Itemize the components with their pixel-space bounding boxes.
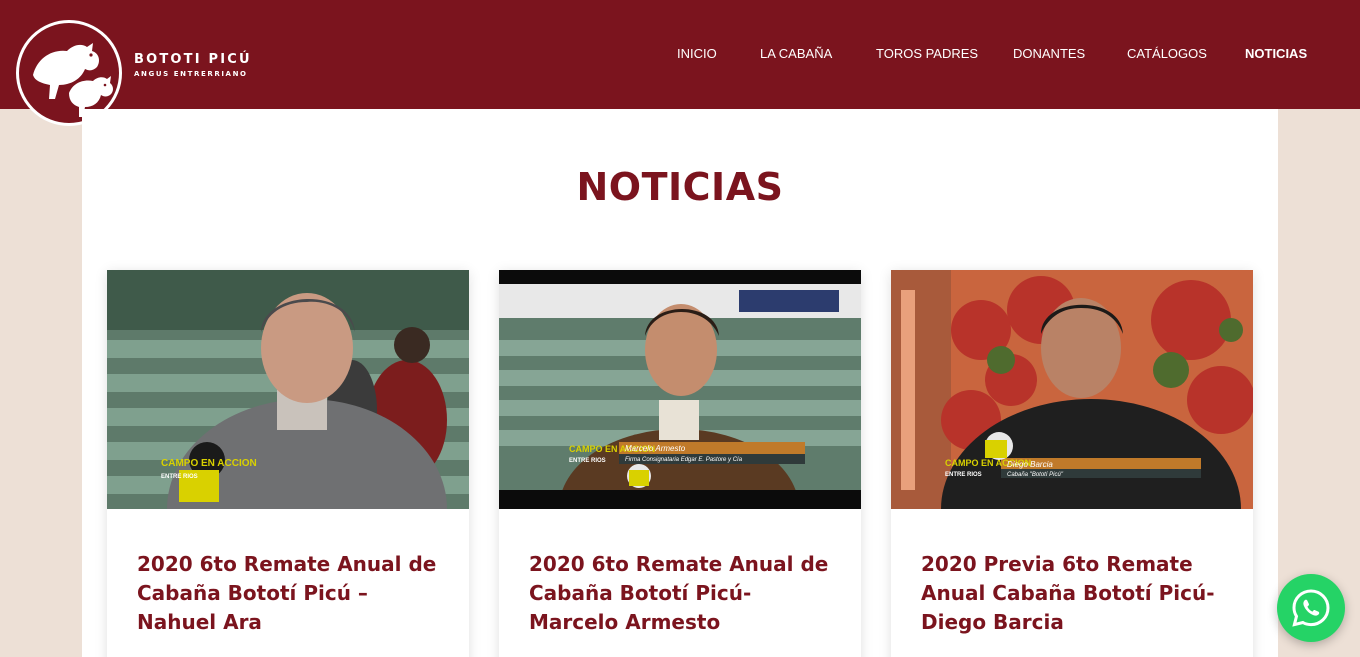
- whatsapp-button[interactable]: [1277, 574, 1345, 642]
- lower-third-logo: CAMPO EN ACCION: [161, 458, 257, 469]
- news-card-title[interactable]: 2020 Previa 6to Remate Anual Cabaña Boto…: [921, 550, 1231, 637]
- lower-third-name: Diego Barcia: [1007, 460, 1053, 469]
- video-thumbnail[interactable]: CAMPO EN ACCION ENTRE RIOS: [107, 270, 469, 509]
- brand-subtitle: ANGUS ENTRERRIANO: [134, 70, 248, 78]
- page-title: NOTICIAS: [576, 165, 784, 209]
- lower-third-role: Firma Consignataria Edgar E. Pastore y C…: [625, 457, 743, 463]
- video-thumbnail[interactable]: CAMPO EN ACCION ENTRE RIOS Marcelo Armes…: [499, 270, 861, 509]
- main-content: NOTICIAS CAMPO EN ACCION ENTRE RIOS 2020…: [82, 109, 1278, 657]
- lower-third-sub: ENTRE RIOS: [569, 458, 606, 464]
- lower-third-sub: ENTRE RIOS: [945, 472, 982, 478]
- news-card-title[interactable]: 2020 6to Remate Anual de Cabaña Bototí P…: [137, 550, 447, 637]
- lower-third-name: Marcelo Armesto: [625, 444, 686, 453]
- main-nav: INICIO LA CABAÑA TOROS PADRES DONANTES C…: [0, 46, 1360, 62]
- nav-item-inicio[interactable]: INICIO: [677, 46, 717, 61]
- nav-item-la-cabana[interactable]: LA CABAÑA: [760, 46, 832, 61]
- site-header: BOTOTI PICÚ ANGUS ENTRERRIANO INICIO LA …: [0, 0, 1360, 126]
- nav-item-toros-padres[interactable]: TOROS PADRES: [876, 46, 978, 61]
- news-card[interactable]: CAMPO EN ACCION ENTRE RIOS 2020 6to Rema…: [107, 270, 469, 657]
- nav-item-catalogos[interactable]: CATÁLOGOS: [1127, 46, 1207, 61]
- news-card-title[interactable]: 2020 6to Remate Anual de Cabaña Bototí P…: [529, 550, 839, 637]
- nav-item-donantes[interactable]: DONANTES: [1013, 46, 1085, 61]
- news-card[interactable]: CAMPO EN ACCION ENTRE RIOS Diego Barcia …: [891, 270, 1253, 657]
- lower-third-sub: ENTRE RIOS: [161, 474, 198, 480]
- whatsapp-icon: [1292, 589, 1330, 627]
- nav-item-noticias[interactable]: NOTICIAS: [1245, 46, 1307, 61]
- lower-third-role: Cabaña "Bototí Picú": [1007, 472, 1064, 478]
- news-card[interactable]: CAMPO EN ACCION ENTRE RIOS Marcelo Armes…: [499, 270, 861, 657]
- video-thumbnail[interactable]: CAMPO EN ACCION ENTRE RIOS Diego Barcia …: [891, 270, 1253, 509]
